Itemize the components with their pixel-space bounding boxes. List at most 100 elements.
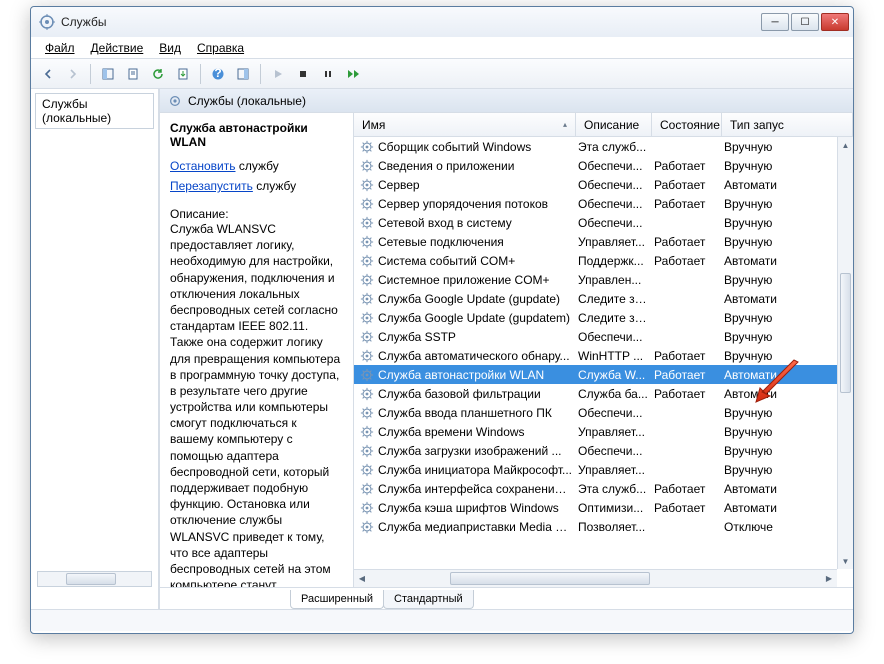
col-description[interactable]: Описание [576,113,652,136]
service-startup-cell: Вручную [724,330,784,344]
selected-service-name: Служба автонастройки WLAN [170,121,343,149]
stop-service-button[interactable] [292,63,314,85]
service-startup-cell: Автомати [724,178,784,192]
col-name[interactable]: Имя [354,113,576,136]
service-name-cell: Служба медиаприставки Media C... [378,520,578,534]
back-button[interactable] [37,63,59,85]
service-row[interactable]: Служба медиаприставки Media C...Позволяе… [354,517,853,536]
service-startup-cell: Вручную [724,235,784,249]
restart-service-link[interactable]: Перезапустить [170,179,253,193]
view-tabs: Расширенный Стандартный [160,587,853,609]
service-row[interactable]: Служба Google Update (gupdatem)Следите з… [354,308,853,327]
service-row[interactable]: Служба загрузки изображений ...Обеспечи.… [354,441,853,460]
tab-extended[interactable]: Расширенный [290,590,384,609]
service-startup-cell: Вручную [724,444,784,458]
service-row[interactable]: Система событий COM+Поддержк...РаботаетА… [354,251,853,270]
maximize-button[interactable]: ☐ [791,13,819,31]
vertical-scrollbar[interactable]: ▲ ▼ [837,137,853,569]
service-startup-cell: Автомати [724,501,784,515]
grid-body[interactable]: Сборщик событий WindowsЭта служб...Вручн… [354,137,853,583]
titlebar[interactable]: Службы ─ ☐ ✕ [31,7,853,37]
tree-node-services-local[interactable]: Службы (локальные) [35,93,154,129]
window-title: Службы [61,15,761,29]
service-row[interactable]: Служба автонастройки WLANСлужба W...Рабо… [354,365,853,384]
service-status-cell: Работает [654,178,724,192]
service-startup-cell: Автомати [724,254,784,268]
console-tree-pane: Службы (локальные) [31,89,159,609]
service-row[interactable]: Служба инициатора Майкрософт...Управляет… [354,460,853,479]
service-row[interactable]: Служба интерфейса сохранения ...Эта служ… [354,479,853,498]
show-hide-tree-button[interactable] [97,63,119,85]
service-status-cell: Работает [654,349,724,363]
col-startup[interactable]: Тип запус [722,113,853,136]
scroll-up-button[interactable]: ▲ [838,137,853,153]
service-row[interactable]: Служба времени WindowsУправляет...Вручну… [354,422,853,441]
services-grid: Имя Описание Состояние Тип запус Сборщик… [354,113,853,587]
service-desc-cell: Обеспечи... [578,444,654,458]
statusbar [31,609,853,631]
pause-service-button[interactable] [317,63,339,85]
show-hide-action-pane-button[interactable] [232,63,254,85]
scroll-right-button[interactable]: ▶ [821,574,837,583]
help-button[interactable]: ? [207,63,229,85]
service-name-cell: Служба интерфейса сохранения ... [378,482,578,496]
service-name-cell: Сервер [378,178,578,192]
service-status-cell: Работает [654,368,724,382]
service-startup-cell: Вручную [724,140,784,154]
scroll-left-button[interactable]: ◀ [354,574,370,583]
menu-action[interactable]: Действие [83,39,152,57]
service-row[interactable]: Сведения о приложенииОбеспечи...Работает… [354,156,853,175]
services-app-icon [39,14,55,30]
forward-button[interactable] [62,63,84,85]
scroll-down-button[interactable]: ▼ [838,553,853,569]
refresh-button[interactable] [147,63,169,85]
menu-view[interactable]: Вид [151,39,189,57]
service-name-cell: Служба времени Windows [378,425,578,439]
service-name-cell: Служба Google Update (gupdate) [378,292,578,306]
service-name-cell: Служба кэша шрифтов Windows [378,501,578,515]
service-desc-cell: Служба ба... [578,387,654,401]
service-row[interactable]: Служба базовой фильтрацииСлужба ба...Раб… [354,384,853,403]
description-label: Описание: [170,207,343,221]
service-row[interactable]: Служба автоматического обнару...WinHTTP … [354,346,853,365]
service-row[interactable]: Сервер упорядочения потоковОбеспечи...Ра… [354,194,853,213]
service-row[interactable]: Служба Google Update (gupdate)Следите за… [354,289,853,308]
service-row[interactable]: Сборщик событий WindowsЭта служб...Вручн… [354,137,853,156]
service-startup-cell: Автомати [724,387,784,401]
tab-standard[interactable]: Стандартный [383,590,474,609]
service-desc-cell: Управляет... [578,425,654,439]
service-row[interactable]: Сетевые подключенияУправляет...РаботаетВ… [354,232,853,251]
service-status-cell: Работает [654,387,724,401]
menubar: Файл Действие Вид Справка [31,37,853,59]
export-list-button[interactable] [172,63,194,85]
service-desc-cell: Обеспечи... [578,406,654,420]
h-scroll-thumb[interactable] [450,572,650,585]
menu-file[interactable]: Файл [37,39,83,57]
col-status[interactable]: Состояние [652,113,722,136]
service-row[interactable]: Служба кэша шрифтов WindowsОптимизи...Ра… [354,498,853,517]
svg-text:?: ? [214,67,221,80]
service-name-cell: Служба SSTP [378,330,578,344]
service-name-cell: Сервер упорядочения потоков [378,197,578,211]
close-button[interactable]: ✕ [821,13,849,31]
service-desc-cell: Управляет... [578,463,654,477]
service-desc-cell: Поддержк... [578,254,654,268]
restart-service-button[interactable] [342,63,364,85]
service-startup-cell: Автомати [724,292,784,306]
menu-help[interactable]: Справка [189,39,252,57]
v-scroll-thumb[interactable] [840,273,851,393]
service-startup-cell: Автомати [724,482,784,496]
service-row[interactable]: СерверОбеспечи...РаботаетАвтомати [354,175,853,194]
start-service-button[interactable] [267,63,289,85]
h-scroll-track[interactable] [370,570,821,587]
left-pane-scrollbar[interactable] [37,571,152,587]
service-row[interactable]: Служба SSTPОбеспечи...Вручную [354,327,853,346]
service-row[interactable]: Служба ввода планшетного ПКОбеспечи...Вр… [354,403,853,422]
stop-service-link[interactable]: Остановить [170,159,236,173]
horizontal-scrollbar[interactable]: ◀ ▶ [354,569,837,587]
properties-button[interactable] [122,63,144,85]
v-scroll-track[interactable] [838,153,853,553]
service-row[interactable]: Системное приложение COM+Управлен...Вруч… [354,270,853,289]
service-row[interactable]: Сетевой вход в системуОбеспечи...Вручную [354,213,853,232]
minimize-button[interactable]: ─ [761,13,789,31]
